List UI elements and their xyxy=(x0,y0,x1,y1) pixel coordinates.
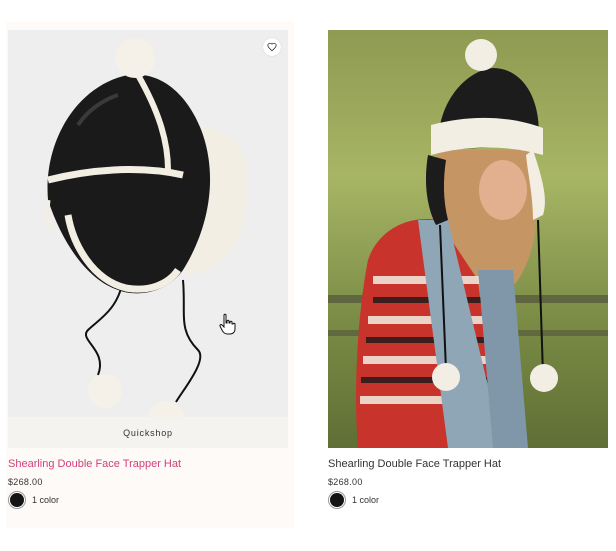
quickshop-button[interactable]: Quickshop xyxy=(8,417,288,448)
model-wearing-hat-photo xyxy=(328,30,608,448)
product-image[interactable] xyxy=(328,30,608,448)
quickshop-label: Quickshop xyxy=(123,427,173,438)
wishlist-button[interactable] xyxy=(263,38,281,56)
color-swatch-black[interactable] xyxy=(328,491,346,509)
product-price: $268.00 xyxy=(328,477,363,487)
product-price: $268.00 xyxy=(8,477,43,487)
product-title[interactable]: Shearling Double Face Trapper Hat xyxy=(8,458,181,470)
trapper-hat-product-photo xyxy=(8,30,288,448)
color-swatches: 1 color xyxy=(328,491,379,509)
heart-icon xyxy=(267,42,277,52)
product-card[interactable]: Quickshop Shearling Double Face Trapper … xyxy=(6,22,294,528)
color-swatch-black[interactable] xyxy=(8,491,26,509)
product-card[interactable]: Shearling Double Face Trapper Hat $268.0… xyxy=(326,22,614,528)
color-count: 1 color xyxy=(352,495,380,505)
color-swatches: 1 color xyxy=(8,491,59,509)
product-title[interactable]: Shearling Double Face Trapper Hat xyxy=(328,458,501,470)
color-count: 1 color xyxy=(32,495,60,505)
hand-pointer-icon xyxy=(219,313,236,335)
product-image[interactable]: Quickshop xyxy=(8,30,288,448)
